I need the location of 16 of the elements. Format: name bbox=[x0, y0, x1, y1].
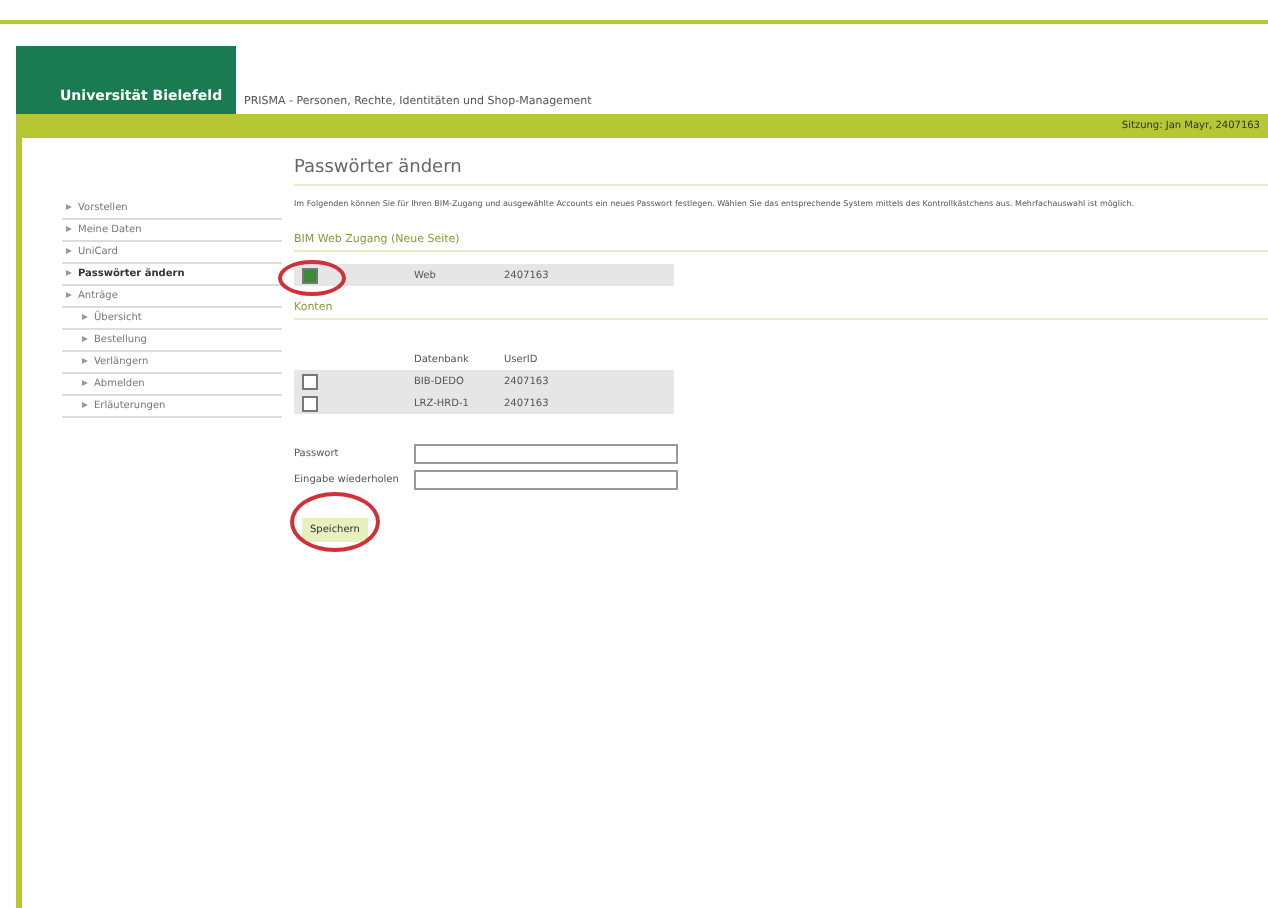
page-heading: Passwörter ändern bbox=[294, 150, 1268, 186]
password-field[interactable] bbox=[414, 470, 678, 490]
bullet-icon bbox=[82, 336, 88, 342]
password-field[interactable] bbox=[414, 444, 678, 464]
bullet-icon bbox=[66, 204, 72, 210]
checkbox[interactable] bbox=[302, 267, 318, 283]
checkbox[interactable] bbox=[302, 373, 318, 389]
bullet-icon bbox=[82, 380, 88, 386]
bullet-icon bbox=[66, 226, 72, 232]
bullet-icon bbox=[82, 402, 88, 408]
bullet-icon bbox=[66, 292, 72, 298]
bullet-icon bbox=[82, 314, 88, 320]
bullet-icon bbox=[82, 358, 88, 364]
checkbox[interactable] bbox=[302, 395, 318, 411]
bullet-icon bbox=[66, 270, 72, 276]
bullet-icon bbox=[66, 248, 72, 254]
